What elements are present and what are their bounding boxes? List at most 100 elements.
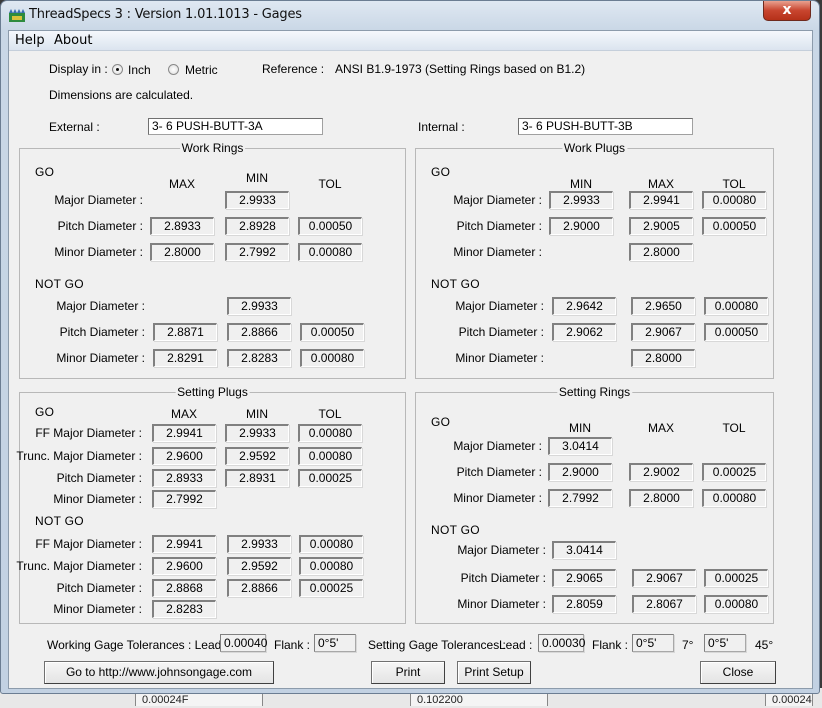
work-plugs-go-value-field: 2.9005 (629, 217, 693, 235)
work-rings-col-min: MIN (246, 171, 268, 185)
setting-plugs-not_go-value-field: 0.00080 (299, 535, 363, 553)
setting-rings-col-min: MIN (569, 421, 591, 435)
external-thread-field[interactable]: 3- 6 PUSH-BUTT-3A (148, 118, 323, 135)
setting-plugs-not_go-row-label: FF Major Diameter : (35, 537, 142, 551)
work-plugs-not_go-value-field: 2.8000 (631, 349, 695, 367)
work-plugs-go-value-field: 2.8000 (629, 243, 693, 261)
work-plugs-go-label: GO (431, 165, 451, 179)
work-rings-go-label: GO (35, 165, 55, 179)
setting-rings-title: Setting Rings (556, 385, 633, 399)
setting-rings-col-max: MAX (647, 421, 674, 435)
setting-flank-45-field: 0°5' (704, 634, 746, 652)
website-link-button[interactable]: Go to http://www.johnsongage.com (44, 661, 274, 684)
work-rings-title: Work Rings (179, 141, 246, 155)
setting-plugs-go-value-field: 2.9592 (225, 447, 289, 465)
internal-thread-field[interactable]: 3- 6 PUSH-BUTT-3B (518, 118, 693, 135)
work-plugs-title: Work Plugs (561, 141, 628, 155)
work-rings-go-row-label: Pitch Diameter : (57, 219, 143, 233)
setting-rings-not-go-label: NOT GO (431, 523, 480, 537)
work-plugs-group: Work Plugs GO MIN MAX TOL Major Diameter : 2.… (415, 141, 774, 379)
work-rings-go-row-label: Major Diameter : (54, 193, 143, 207)
setting-plugs-not_go-value-field: 0.00080 (299, 557, 363, 575)
work-plugs-col-tol: TOL (722, 177, 746, 191)
setting-rings-go-row-label: Pitch Diameter : (456, 465, 542, 479)
setting-plugs-group: Setting Plugs GO MAX MIN TOL FF Major Diamet… (16, 385, 406, 624)
status-text: Dimensions are calculated. (49, 88, 194, 102)
setting-plugs-not_go-value-field: 2.8283 (152, 600, 216, 618)
setting-plugs-go-value-field: 2.7992 (152, 490, 216, 508)
setting-plugs-go-value-field: 0.00080 (298, 447, 362, 465)
menu-about[interactable]: About (54, 33, 92, 48)
setting-rings-group: Setting Rings GO MIN MAX TOL Major Diameter … (415, 385, 774, 624)
work-plugs-not_go-value-field: 2.9650 (631, 297, 695, 315)
setting-plugs-go-row-label: FF Major Diameter : (35, 426, 142, 440)
setting-plugs-not_go-value-field: 2.8866 (227, 579, 291, 597)
work-rings-go-value-field: 2.9933 (225, 191, 289, 209)
radio-inch-label[interactable]: Inch (128, 63, 151, 77)
setting-rings-go-value-field: 0.00080 (702, 489, 766, 507)
work-plugs-col-min: MIN (570, 177, 592, 191)
setting-rings-not_go-value-field: 2.9065 (552, 569, 616, 587)
work-plugs-not_go-value-field: 2.9642 (552, 297, 616, 315)
close-button[interactable]: Close (700, 661, 776, 684)
setting-rings-go-value-field: 2.9000 (548, 463, 612, 481)
setting-rings-not_go-value-field: 2.9067 (632, 569, 696, 587)
title-bar[interactable]: ThreadSpecs 3 : Version 1.01.1013 - Gage… (1, 1, 819, 29)
setting-plugs-go-value-field: 0.00080 (298, 424, 362, 442)
display-in-label: Display in : (49, 62, 108, 76)
working-lead-field: 0.00040 (220, 634, 267, 652)
work-rings-go-value-field: 2.7992 (225, 243, 289, 261)
internal-label: Internal : (418, 120, 465, 134)
radio-metric-label[interactable]: Metric (185, 63, 218, 77)
client-area: Help About Display in : Inch Metric Refe… (8, 30, 813, 689)
setting-rings-go-value-field: 2.7992 (548, 489, 612, 507)
setting-rings-not_go-value-field: 2.8067 (632, 595, 696, 613)
work-rings-not_go-value-field: 2.8871 (153, 323, 217, 341)
work-plugs-not_go-value-field: 2.9067 (631, 323, 695, 341)
setting-plugs-not-go-label: NOT GO (35, 514, 84, 528)
work-plugs-go-row-label: Minor Diameter : (453, 245, 542, 259)
setting-plugs-go-row-label: Minor Diameter : (53, 492, 142, 506)
print-setup-button[interactable]: Print Setup (457, 661, 531, 684)
print-button[interactable]: Print (371, 661, 445, 684)
work-rings-go-value-field: 0.00080 (298, 243, 362, 261)
work-rings-not_go-row-label: Pitch Diameter : (59, 325, 145, 339)
menu-help[interactable]: Help (15, 33, 45, 48)
work-plugs-col-max: MAX (647, 177, 674, 191)
work-rings-col-tol: TOL (318, 177, 342, 191)
close-icon: x (782, 2, 792, 18)
setting-rings-not_go-row-label: Major Diameter : (457, 543, 546, 557)
work-plugs-go-value-field: 2.9000 (549, 217, 613, 235)
work-rings-go-value-field: 2.8928 (225, 217, 289, 235)
setting-plugs-go-value-field: 2.8933 (152, 469, 216, 487)
radio-metric[interactable] (168, 64, 179, 75)
work-rings-go-value-field: 0.00050 (298, 217, 362, 235)
reference-value: ANSI B1.9-1973 (Setting Rings based on B… (335, 62, 586, 76)
setting-plugs-not_go-value-field: 2.9933 (227, 535, 291, 553)
work-plugs-not_go-value-field: 2.9062 (552, 323, 616, 341)
setting-rings-col-tol: TOL (722, 421, 746, 435)
setting-lead-field: 0.00030 (538, 634, 585, 652)
setting-gage-tolerances-label: Setting Gage Tolerances : (368, 638, 506, 652)
working-flank-field: 0°5' (314, 634, 356, 652)
setting-plugs-go-row-label: Trunc. Major Diameter : (16, 449, 142, 463)
working-gage-tolerances-label: Working Gage Tolerances : Lead : (47, 638, 228, 652)
work-rings-col-max: MAX (168, 177, 195, 191)
setting-plugs-col-min: MIN (246, 407, 268, 421)
working-flank-label: Flank : (274, 638, 311, 652)
work-rings-group: Work Rings GO MAX MIN TOL Major Diameter : 2.… (19, 141, 406, 379)
setting-rings-not_go-value-field: 2.8059 (552, 595, 616, 613)
work-plugs-not_go-row-label: Pitch Diameter : (458, 325, 544, 339)
setting-angle-7-label: 7° (682, 638, 694, 652)
setting-plugs-go-value-field: 0.00025 (298, 469, 362, 487)
radio-inch[interactable] (112, 64, 123, 75)
setting-lead-label: Lead : (499, 638, 533, 652)
setting-plugs-col-tol: TOL (318, 407, 342, 421)
setting-rings-go-value-field: 2.9002 (629, 463, 693, 481)
work-plugs-go-value-field: 0.00050 (702, 217, 766, 235)
window-close-button[interactable]: x (763, 1, 811, 21)
setting-rings-go-row-label: Major Diameter : (453, 439, 542, 453)
setting-plugs-go-value-field: 2.9941 (152, 424, 216, 442)
setting-rings-not_go-row-label: Pitch Diameter : (460, 571, 546, 585)
work-rings-not-go-label: NOT GO (35, 277, 84, 291)
